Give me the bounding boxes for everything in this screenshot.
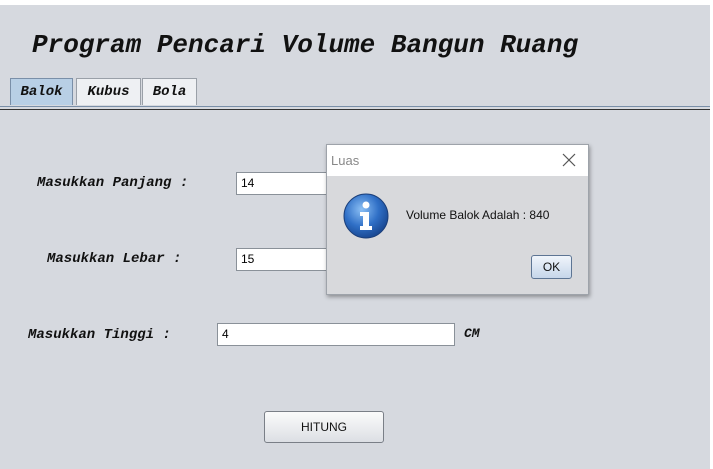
tinggi-label: Masukkan Tinggi : — [28, 327, 171, 343]
tab-balok[interactable]: Balok — [10, 78, 73, 105]
tinggi-unit: CM — [464, 326, 480, 341]
panjang-input[interactable]: 14 — [236, 172, 330, 195]
dialog-message: Volume Balok Adalah : 840 — [406, 208, 550, 222]
tab-kubus[interactable]: Kubus — [76, 78, 141, 105]
tab-divider-shadow — [0, 109, 710, 110]
dialog-titlebar[interactable]: Luas — [327, 145, 588, 176]
info-icon — [343, 193, 389, 239]
ok-button[interactable]: OK — [531, 255, 572, 279]
tinggi-input[interactable]: 4 — [217, 323, 455, 346]
tab-bola[interactable]: Bola — [142, 78, 197, 105]
dialog-title: Luas — [331, 153, 360, 168]
close-icon[interactable] — [562, 153, 576, 167]
message-dialog: Luas Volume Balok Adalah : 840 OK — [326, 144, 589, 295]
tab-divider — [0, 106, 710, 107]
hitung-button[interactable]: HITUNG — [264, 411, 384, 443]
panjang-label: Masukkan Panjang : — [37, 175, 189, 191]
lebar-label: Masukkan Lebar : — [47, 251, 182, 267]
window-top-edge — [0, 0, 713, 5]
lebar-input[interactable]: 15 — [236, 248, 330, 271]
app-title: Program Pencari Volume Bangun Ruang — [32, 30, 579, 60]
